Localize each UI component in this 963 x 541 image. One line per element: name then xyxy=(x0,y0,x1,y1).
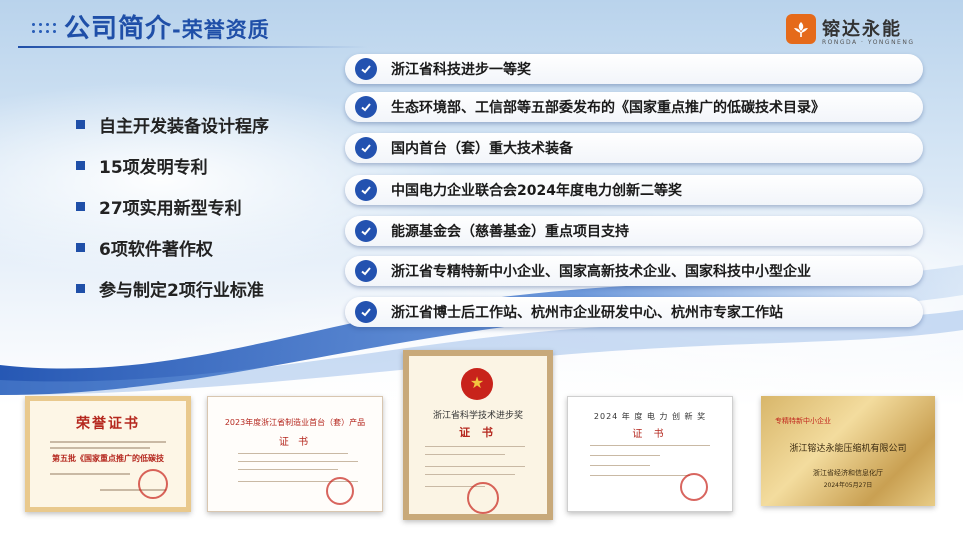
plaque-header: 专精特新中小企业 xyxy=(775,417,831,425)
honor-item: 浙江省专精特新中小企业、国家高新技术企业、国家科技中小型企业 xyxy=(345,256,923,286)
honor-item: 生态环境部、工信部等五部委发布的《国家重点推广的低碳技术目录》 xyxy=(345,92,923,122)
honor-text: 生态环境部、工信部等五部委发布的《国家重点推广的低碳技术目录》 xyxy=(391,100,825,116)
text-line xyxy=(238,469,338,470)
text-line xyxy=(590,465,650,466)
red-seal-icon xyxy=(138,469,168,499)
certificate-banner: 第五批《国家重点推广的低碳技术目录》 xyxy=(52,454,164,463)
square-bullet-icon xyxy=(76,284,85,293)
capability-item: 15项发明专利 xyxy=(76,145,336,186)
wheat-icon xyxy=(794,22,808,37)
red-seal-icon xyxy=(326,477,354,505)
square-bullet-icon xyxy=(76,120,85,129)
honor-item: 国内首台（套）重大技术装备 xyxy=(345,133,923,163)
certificate-subtitle: 证 书 xyxy=(632,429,668,440)
plaque-issuer: 浙江省经济和信息化厅 xyxy=(813,469,883,477)
check-icon xyxy=(355,137,377,159)
honor-item: 浙江省博士后工作站、杭州市企业研发中心、杭州市专家工作站 xyxy=(345,297,923,327)
certificate-title: 2024 年 度 电 力 创 新 奖 xyxy=(593,412,707,421)
capability-item: 参与制定2项行业标准 xyxy=(76,268,336,309)
capability-text: 自主开发装备设计程序 xyxy=(99,117,269,137)
square-bullet-icon xyxy=(76,202,85,211)
red-seal-icon xyxy=(467,482,499,514)
check-icon xyxy=(355,260,377,282)
logo-name: 镕达永能 xyxy=(822,19,902,40)
square-bullet-icon xyxy=(76,161,85,170)
capability-item: 27项实用新型专利 xyxy=(76,186,336,227)
certificate-title: 浙江省科学技术进步奖 xyxy=(432,411,523,421)
honor-item: 浙江省科技进步一等奖 xyxy=(345,54,923,84)
text-line xyxy=(590,475,690,476)
text-line xyxy=(50,441,166,443)
page-title: 公司简介-荣誉资质 xyxy=(64,8,270,45)
text-line xyxy=(425,454,505,455)
honor-text: 中国电力企业联合会2024年度电力创新二等奖 xyxy=(391,183,682,199)
check-icon xyxy=(355,220,377,242)
certificate-low-carbon: 荣誉证书 第五批《国家重点推广的低碳技术目录》 xyxy=(25,396,191,512)
certificate-title: 2023年度浙江省制造业首台（套）产品 xyxy=(224,418,366,427)
certificate-science-award: ★ 浙江省科学技术进步奖 证 书 xyxy=(403,350,553,520)
check-icon xyxy=(355,179,377,201)
check-icon xyxy=(355,96,377,118)
certificate-power-innovation: 2024 年 度 电 力 创 新 奖 证 书 xyxy=(567,396,733,512)
text-line xyxy=(425,446,525,447)
text-line xyxy=(425,466,525,467)
honor-text: 浙江省博士后工作站、杭州市企业研发中心、杭州市专家工作站 xyxy=(391,305,783,321)
certificate-first-set: 2023年度浙江省制造业首台（套）产品 证 书 xyxy=(207,396,383,512)
plaque-company: 浙江镕达永能压缩机有限公司 xyxy=(789,444,907,454)
honor-item: 能源基金会（慈善基金）重点项目支持 xyxy=(345,216,923,246)
check-icon xyxy=(355,301,377,323)
capability-text: 27项实用新型专利 xyxy=(99,199,242,219)
text-line xyxy=(238,461,358,462)
certificate-subtitle: 证 书 xyxy=(278,437,312,448)
honor-text: 浙江省科技进步一等奖 xyxy=(391,62,531,78)
capability-list: 自主开发装备设计程序 15项发明专利 27项实用新型专利 6项软件著作权 参与制… xyxy=(76,104,336,309)
title-underline xyxy=(18,46,368,48)
certificate-subtitle: 证 书 xyxy=(459,426,497,439)
logo-icon xyxy=(786,14,816,44)
text-line xyxy=(50,447,150,449)
text-line xyxy=(590,445,710,446)
text-line xyxy=(590,455,660,456)
capability-item: 6项软件著作权 xyxy=(76,227,336,268)
dot-grid-decoration xyxy=(30,21,58,35)
square-bullet-icon xyxy=(76,243,85,252)
capability-text: 6项软件著作权 xyxy=(99,240,213,260)
text-line xyxy=(238,453,348,454)
logo-subtitle: RONGDA · YONGNENG xyxy=(822,39,915,46)
check-icon xyxy=(355,58,377,80)
honor-text: 浙江省专精特新中小企业、国家高新技术企业、国家科技中小型企业 xyxy=(391,264,811,280)
text-line xyxy=(50,473,130,475)
honor-text: 国内首台（套）重大技术装备 xyxy=(391,141,573,157)
plaque-date: 2024年05月27日 xyxy=(823,482,873,489)
certificate-title: 荣誉证书 xyxy=(76,416,140,432)
honor-item: 中国电力企业联合会2024年度电力创新二等奖 xyxy=(345,175,923,205)
capability-item: 自主开发装备设计程序 xyxy=(76,104,336,145)
honor-text: 能源基金会（慈善基金）重点项目支持 xyxy=(391,224,629,240)
plaque-specialized-enterprise: 专精特新中小企业 浙江镕达永能压缩机有限公司 浙江省经济和信息化厅 2024年0… xyxy=(761,396,935,506)
title-main: 公司简介 xyxy=(64,14,173,44)
capability-text: 参与制定2项行业标准 xyxy=(99,281,264,301)
title-sub: -荣誉资质 xyxy=(172,18,270,42)
capability-text: 15项发明专利 xyxy=(99,158,208,178)
text-line xyxy=(425,474,515,475)
national-emblem-icon: ★ xyxy=(461,368,493,400)
company-logo: 镕达永能 RONGDA · YONGNENG xyxy=(786,14,946,54)
red-seal-icon xyxy=(680,473,708,501)
